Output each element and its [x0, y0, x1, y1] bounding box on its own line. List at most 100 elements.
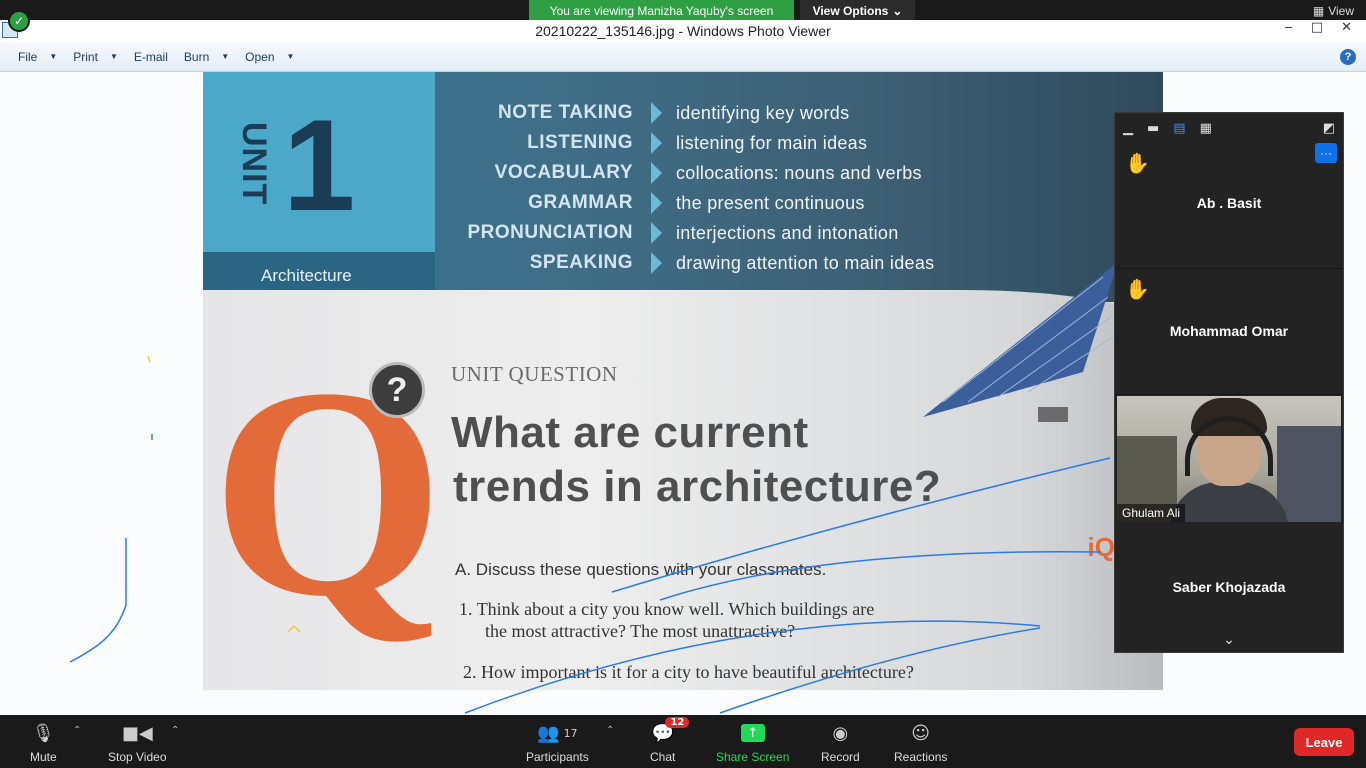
participant-name: Ab . Basit	[1196, 195, 1262, 211]
caret-down-icon: ▼	[286, 52, 295, 61]
stop-video-button[interactable]: ■◀ Stop Video	[108, 721, 167, 765]
unit-question-line2: trends in architecture?	[453, 462, 942, 511]
audio-options-caret[interactable]: ⌃	[73, 725, 81, 736]
skill-desc: drawing attention to main ideas	[676, 252, 935, 273]
solar-panel-illustration	[923, 262, 1118, 422]
caret-down-icon: ▼	[109, 52, 118, 61]
participants-panel: ▁ ▬ ▤ ▦ ◩ ✋ ··· Ab . Basit ✋ Mohammad Om…	[1114, 112, 1344, 653]
help-icon[interactable]: ?	[1340, 49, 1356, 65]
item2-num: 2.	[463, 662, 477, 682]
speaker-view-icon[interactable]: ▤	[1173, 121, 1185, 136]
item1-line1: Think about a city you know well. Which …	[476, 599, 875, 619]
arrow-right-icon	[651, 162, 662, 184]
menu-burn[interactable]: Burn ▼	[176, 46, 237, 68]
leave-button[interactable]: Leave	[1294, 728, 1354, 756]
discuss-instruction: A. Discuss these questions with your cla…	[455, 560, 826, 580]
menu-open[interactable]: Open ▼	[237, 46, 302, 68]
participant-name: Saber Khojazada	[1172, 579, 1286, 595]
minimize-panel-icon[interactable]: ▁	[1123, 121, 1133, 136]
skill-desc: collocations: nouns and verbs	[676, 162, 922, 183]
skill-desc: the present continuous	[676, 192, 865, 213]
arrow-right-icon	[651, 192, 662, 214]
unit-question-line1: What are current	[451, 408, 809, 457]
skill-name: LISTENING	[527, 132, 633, 153]
menu-open-label: Open	[245, 49, 275, 64]
raised-hand-icon: ✋	[1125, 277, 1150, 301]
view-button[interactable]: ▦ View	[1313, 4, 1354, 18]
skill-name: PRONUNCIATION	[467, 222, 633, 243]
item1-line2: the most attractive? The most unattracti…	[485, 621, 796, 641]
unit-number: 1	[283, 92, 356, 238]
question-item-2: 2. How important is it for a city to hav…	[463, 662, 914, 683]
participant-tile[interactable]: ✋ Mohammad Omar	[1115, 269, 1343, 395]
shield-check-icon[interactable]: ✓	[8, 10, 30, 32]
participants-icon: 👥 17	[537, 722, 578, 744]
arrow-right-icon	[651, 102, 662, 124]
minimize-button[interactable]: ‒	[1285, 20, 1293, 35]
record-icon: ◉	[832, 722, 849, 744]
menu-file[interactable]: File ▼	[10, 46, 65, 68]
participant-tile[interactable]: Saber Khojazada	[1115, 523, 1343, 649]
zoom-screen-share: You are viewing Manizha Yaquby's screen …	[0, 0, 1366, 768]
arrow-right-icon	[651, 252, 662, 274]
unit-box: 1 UNIT	[203, 72, 435, 252]
panel-toolbar: ▁ ▬ ▤ ▦ ◩	[1115, 113, 1343, 143]
meeting-toolbar: 🎙 Mute ⌃ ■◀ Stop Video ⌃ 👥 17 Participant…	[0, 715, 1366, 768]
chat-label: Chat	[650, 750, 676, 764]
skill-name: GRAMMAR	[528, 192, 633, 213]
menu-print[interactable]: Print ▼	[65, 46, 126, 68]
arrow-right-icon	[651, 132, 662, 154]
maximize-button[interactable]: □	[1311, 20, 1323, 35]
share-banner: You are viewing Manizha Yaquby's screen …	[0, 0, 1366, 21]
participant-tile[interactable]: ✋ ··· Ab . Basit	[1115, 143, 1343, 269]
participant-name: Mohammad Omar	[1169, 323, 1289, 339]
unit-word: UNIT	[235, 122, 273, 206]
unit-question-label: UNIT QUESTION	[451, 362, 618, 386]
chat-button[interactable]: 💬 12 Chat	[650, 717, 690, 764]
chevron-down-icon[interactable]: ⌄	[1115, 632, 1343, 648]
expand-panel-icon[interactable]: ◩	[1323, 121, 1335, 136]
chat-unread-badge: 12	[665, 717, 690, 728]
close-button[interactable]: ✕	[1341, 20, 1352, 35]
participant-video-tile[interactable]: Ghulam Ali	[1117, 396, 1341, 522]
participants-button[interactable]: 👥 17 Participants	[526, 721, 589, 765]
raised-hand-icon: ✋	[1125, 151, 1150, 175]
chat-icon: 💬 12	[651, 717, 690, 745]
gallery-view-icon[interactable]: ▦	[1200, 121, 1212, 136]
mute-label: Mute	[30, 750, 57, 764]
skill-name: VOCABULARY	[494, 162, 633, 183]
chevron-down-icon: ⌄	[892, 3, 903, 18]
menu-email[interactable]: E-mail	[126, 46, 176, 68]
video-participant-name: Ghulam Ali	[1117, 504, 1186, 522]
share-screen-icon: ↑	[740, 721, 765, 745]
window-titlebar: 20210222_135146.jpg - Windows Photo View…	[0, 20, 1366, 42]
thumbnail-view-icon[interactable]: ▬	[1147, 121, 1159, 136]
book-photo: 1 UNIT Architecture NOTE TAKING identify…	[203, 72, 1163, 690]
reactions-button[interactable]: ☺ Reactions	[894, 721, 947, 765]
question-mark-icon: ?	[369, 362, 425, 418]
view-label: View	[1328, 4, 1354, 18]
caret-down-icon: ▼	[49, 52, 58, 61]
record-label: Record	[821, 750, 860, 764]
menu-file-label: File	[18, 49, 38, 64]
menu-bar: File ▼ Print ▼ E-mail Burn ▼ Open ▼ ?	[0, 42, 1366, 72]
discuss-prefix: A.	[455, 560, 472, 579]
publisher-logo: iQ	[1087, 532, 1115, 562]
participants-options-caret[interactable]: ⌃	[606, 725, 614, 736]
window-title: 20210222_135146.jpg - Windows Photo View…	[535, 23, 831, 39]
window-controls: ‒ □ ✕	[1285, 20, 1352, 35]
skill-desc: listening for main ideas	[676, 132, 868, 153]
discuss-text: Discuss these questions with your classm…	[475, 560, 827, 579]
video-camera-icon: ■◀	[121, 722, 153, 744]
record-button[interactable]: ◉ Record	[821, 721, 860, 765]
question-item-1: 1. Think about a city you know well. Whi…	[459, 598, 874, 642]
arrow-right-icon	[651, 222, 662, 244]
share-screen-button[interactable]: ↑ Share Screen	[716, 721, 789, 764]
view-options-button[interactable]: View Options ⌄	[800, 0, 915, 21]
more-options-button[interactable]: ···	[1315, 143, 1337, 163]
item2-text: How important is it for a city to have b…	[481, 662, 914, 682]
stop-video-label: Stop Video	[108, 750, 167, 764]
video-options-caret[interactable]: ⌃	[171, 725, 179, 736]
share-screen-label: Share Screen	[716, 750, 790, 764]
mute-button[interactable]: 🎙 Mute	[30, 721, 57, 765]
